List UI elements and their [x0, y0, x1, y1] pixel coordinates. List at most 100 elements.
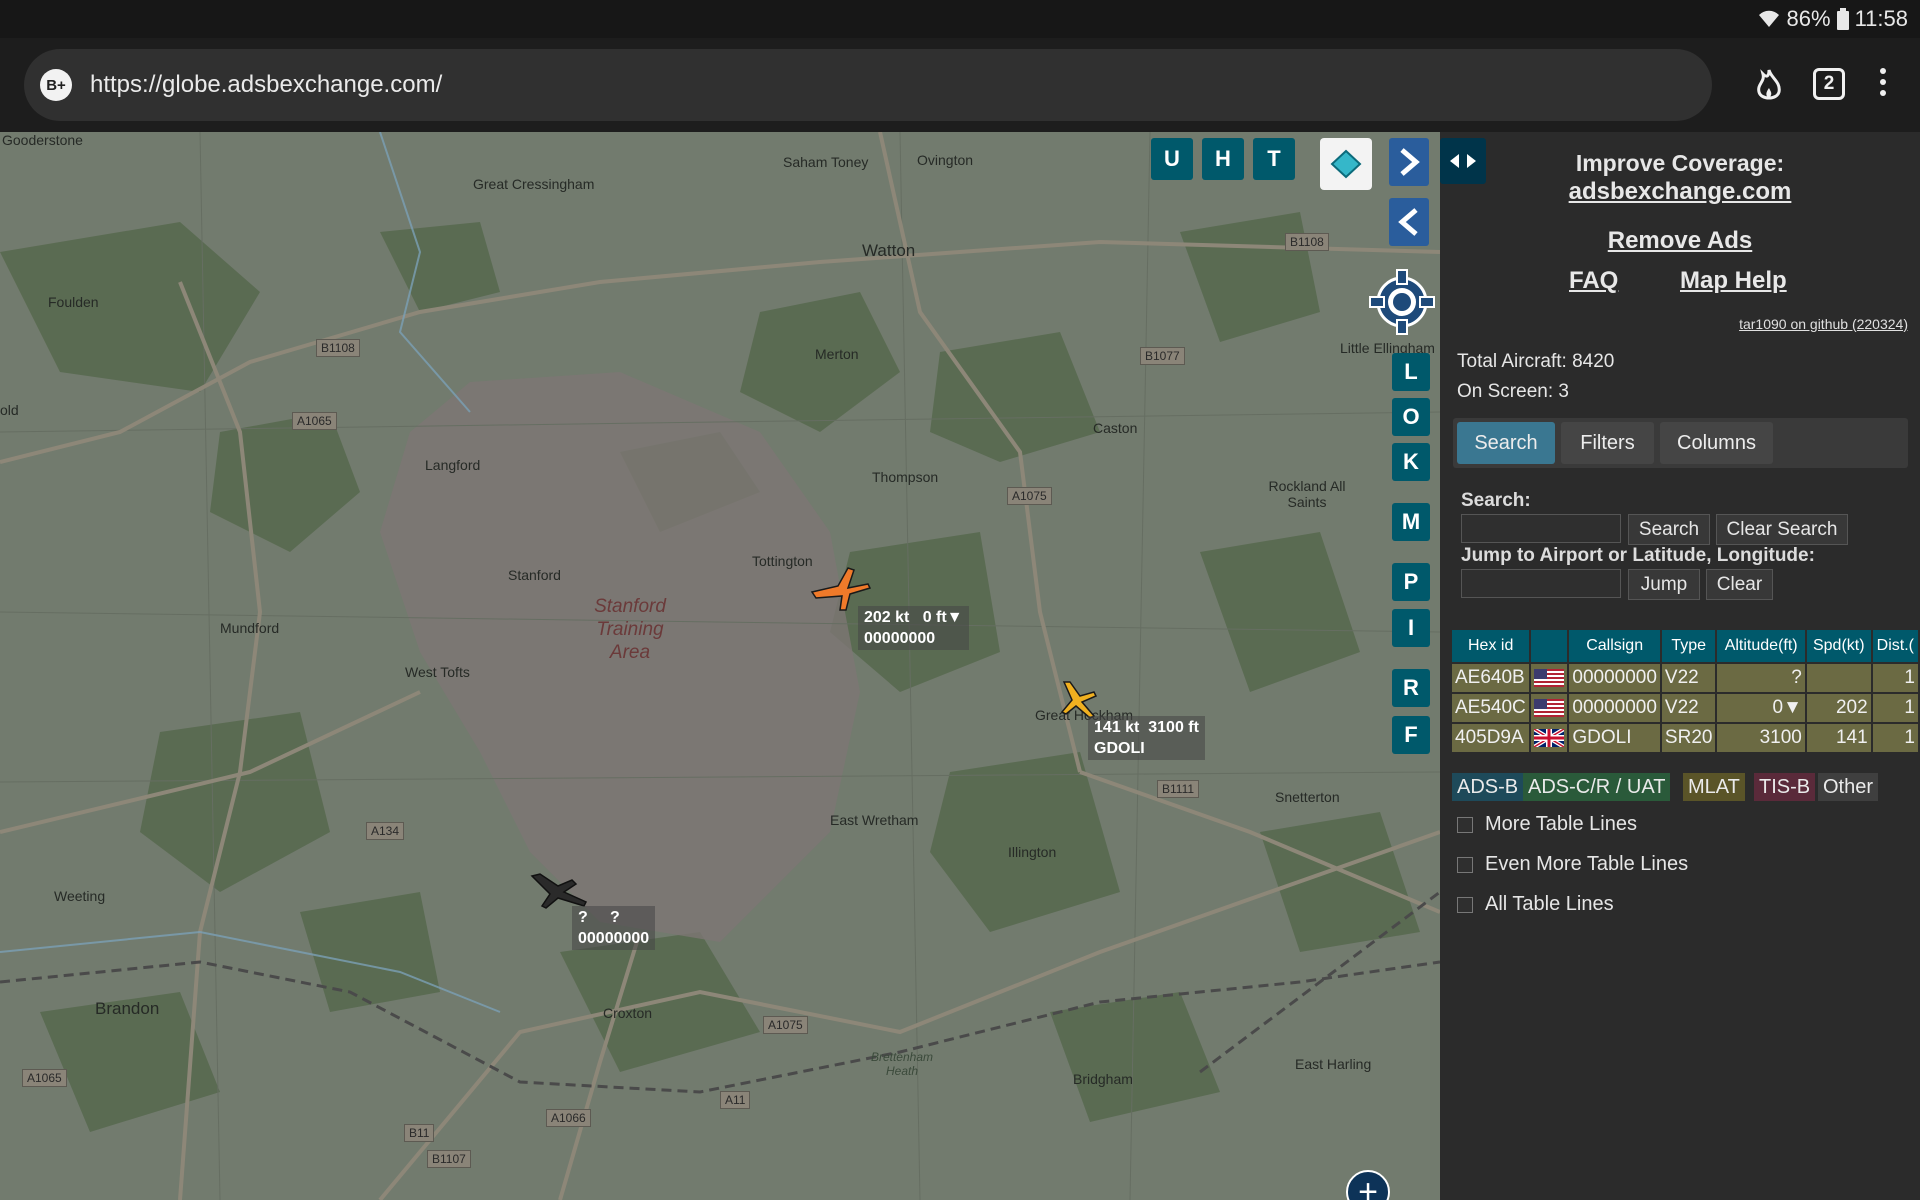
col-flag[interactable] [1529, 628, 1570, 664]
even-more-table-lines-checkbox[interactable]: Even More Table Lines [1457, 853, 1688, 876]
arrows-left-right-icon [1450, 154, 1476, 168]
map-place: Rockland All Saints [1268, 478, 1346, 510]
legend-adsb: ADS-B [1452, 773, 1524, 801]
url-text[interactable]: https://globe.adsbexchange.com/ [90, 71, 442, 99]
settings-gear-icon[interactable] [1366, 266, 1438, 338]
multiselect-button[interactable]: M [1392, 503, 1430, 541]
cell-hex: AE540C [1449, 692, 1532, 724]
map-place: Brandon [95, 999, 160, 1018]
persistence-button[interactable]: P [1392, 563, 1430, 601]
total-aircraft: Total Aircraft: 8420 [1457, 351, 1615, 372]
jump-input[interactable] [1461, 569, 1621, 598]
next-button[interactable] [1389, 138, 1429, 186]
legend-tisb: TIS-B [1754, 773, 1816, 801]
table-row[interactable]: AE640B 00000000 V22 ? 1 [1449, 662, 1920, 694]
address-bar[interactable]: B+ https://globe.adsbexchange.com/ [24, 49, 1712, 121]
map-place: Stanford [508, 567, 561, 583]
cell-speed: 202 [1804, 692, 1873, 724]
more-table-lines-checkbox[interactable]: More Table Lines [1457, 813, 1637, 836]
clear-jump-button[interactable]: Clear [1706, 569, 1773, 600]
extended-labels-button[interactable]: O [1392, 398, 1430, 436]
jump-button[interactable]: Jump [1628, 569, 1700, 600]
site-link[interactable]: adsbexchange.com [1480, 178, 1880, 206]
map-place: Caston [1093, 420, 1138, 436]
info-button[interactable]: I [1392, 609, 1430, 647]
cell-type: V22 [1659, 692, 1718, 724]
search-label: Search: [1461, 490, 1531, 511]
all-table-lines-checkbox[interactable]: All Table Lines [1457, 893, 1614, 916]
unit-toggle-button[interactable]: U [1151, 138, 1193, 180]
more-menu-icon[interactable] [1878, 68, 1888, 101]
tab-switcher-button[interactable]: 2 [1813, 68, 1845, 100]
tab-filters[interactable]: Filters [1561, 422, 1654, 464]
map-place: Brettenham Heath [870, 1050, 934, 1078]
layers-icon [1330, 149, 1362, 179]
map-place: Mundford [220, 620, 280, 636]
col-hex-id[interactable]: Hex id [1449, 628, 1532, 664]
browser-toolbar: B+ https://globe.adsbexchange.com/ 2 [0, 38, 1920, 132]
layers-button[interactable] [1320, 138, 1372, 190]
map-place: Snetterton [1275, 789, 1340, 805]
cell-callsign: 00000000 [1567, 692, 1662, 724]
tab-search[interactable]: Search [1457, 422, 1555, 464]
labels-button[interactable]: L [1392, 353, 1430, 391]
road-label: B11 [404, 1124, 435, 1142]
aircraft-table: Hex id Callsign Type Altitude(ft) Spd(kt… [1449, 628, 1920, 754]
flame-icon[interactable] [1755, 68, 1783, 102]
col-speed[interactable]: Spd(kt) [1804, 628, 1873, 664]
map-view[interactable]: Gooderstone Great Cressingham Saham Tone… [0, 132, 1440, 1200]
map-place: Illington [1008, 844, 1057, 860]
col-altitude[interactable]: Altitude(ft) [1715, 628, 1807, 664]
trace-toggle-button[interactable]: T [1253, 138, 1295, 180]
gb-flag-icon [1529, 722, 1570, 754]
battery-icon [1836, 8, 1849, 30]
road-label: A1075 [1007, 487, 1052, 505]
road-label: B1111 [1157, 780, 1200, 798]
col-callsign[interactable]: Callsign [1567, 628, 1662, 664]
map-help-link[interactable]: Map Help [1680, 267, 1787, 295]
search-input[interactable] [1461, 514, 1621, 543]
map-place: Bridgham [1073, 1071, 1133, 1087]
road-label: B1077 [1140, 347, 1185, 365]
legend-adsc-uat: ADS-C/R / UAT [1523, 773, 1671, 801]
map-place: Saham Toney [783, 154, 869, 170]
remove-ads-link[interactable]: Remove Ads [1480, 227, 1880, 255]
previous-button[interactable] [1389, 198, 1429, 246]
chevron-left-icon [1398, 208, 1418, 236]
map-place: Foulden [48, 294, 99, 310]
us-flag-icon [1529, 662, 1570, 694]
cell-distance: 1 [1870, 722, 1920, 754]
heatmap-toggle-button[interactable]: H [1202, 138, 1244, 180]
table-row[interactable]: 405D9A GDOLI SR20 3100 141 1 [1449, 722, 1920, 754]
cell-speed: 141 [1804, 722, 1873, 754]
map-place: old [0, 402, 19, 418]
chevron-right-icon [1400, 148, 1420, 176]
clear-search-button[interactable]: Clear Search [1716, 514, 1848, 545]
legend-other: Other [1818, 773, 1879, 801]
map-place: Great Cressingham [473, 176, 595, 192]
status-bar: 86% 11:58 [0, 0, 1920, 38]
aircraft-label: 202 kt 0 ft▼ 00000000 [858, 606, 969, 650]
cell-callsign: GDOLI [1567, 722, 1662, 754]
road-label: A134 [366, 822, 405, 840]
tab-columns[interactable]: Columns [1660, 422, 1773, 464]
road-label: B1107 [427, 1150, 471, 1168]
map-place: Croxton [603, 1005, 653, 1021]
cell-type: SR20 [1659, 722, 1718, 754]
range-rings-button[interactable]: R [1392, 669, 1430, 707]
table-row[interactable]: AE540C 00000000 V22 0▼ 202 1 [1449, 692, 1920, 724]
sidebar-tabs: Search Filters Columns [1453, 418, 1908, 468]
col-distance[interactable]: Dist.( [1870, 628, 1920, 664]
site-info-icon[interactable]: B+ [40, 69, 72, 101]
faq-link[interactable]: FAQ [1569, 267, 1618, 295]
us-flag-icon [1529, 692, 1570, 724]
github-link[interactable]: tar1090 on github (220324) [1739, 316, 1908, 332]
legend-mlat: MLAT [1683, 773, 1745, 801]
col-type[interactable]: Type [1659, 628, 1718, 664]
info-sidebar: Improve Coverage: adsbexchange.com Remov… [1440, 132, 1920, 1200]
kiosk-button[interactable]: K [1392, 443, 1430, 481]
improve-coverage-heading: Improve Coverage: [1575, 150, 1785, 176]
search-button[interactable]: Search [1628, 514, 1710, 545]
follow-button[interactable]: F [1392, 716, 1430, 754]
table-header-row: Hex id Callsign Type Altitude(ft) Spd(kt… [1449, 628, 1920, 664]
